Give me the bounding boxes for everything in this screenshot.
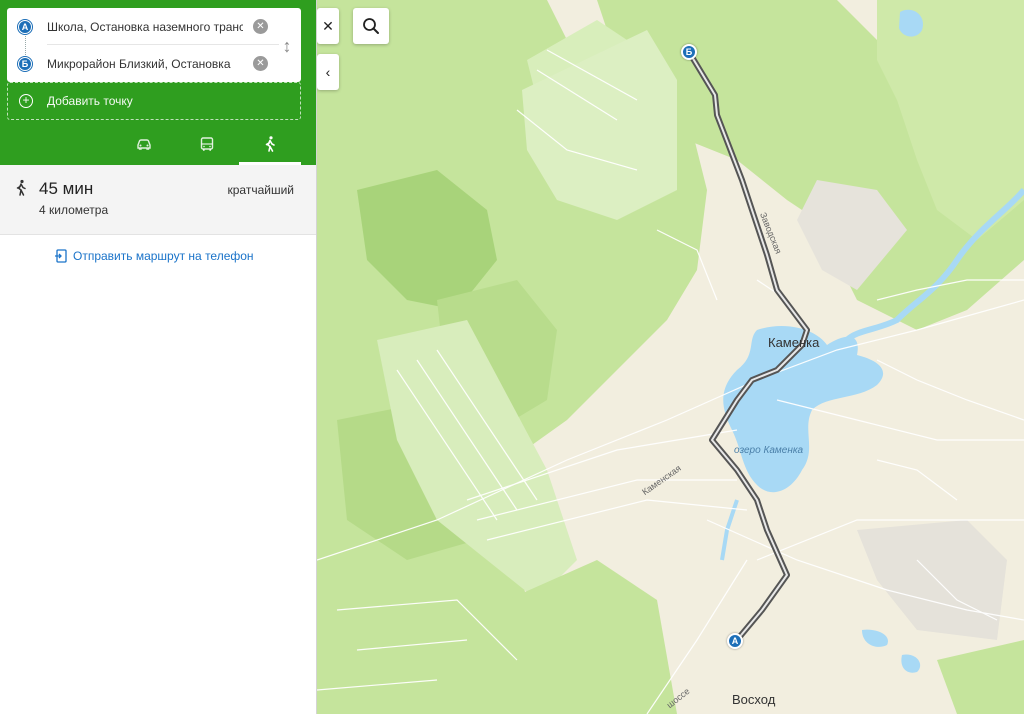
- clear-b-icon[interactable]: ✕: [253, 56, 268, 71]
- walk-icon: [16, 179, 26, 196]
- waypoint-b-marker: Б: [18, 56, 32, 71]
- map-canvas[interactable]: Каменка озеро Каменка Восход Заводская К…: [317, 0, 1024, 714]
- chevron-left-icon: ‹: [325, 64, 331, 80]
- send-to-phone-link[interactable]: Отправить маршрут на телефон: [54, 249, 254, 263]
- car-icon: [137, 139, 151, 150]
- waypoint-a-row[interactable]: А Школа, Остановка наземного транспорта …: [7, 8, 301, 45]
- map-marker-b[interactable]: Б: [681, 44, 697, 60]
- waypoint-a-input[interactable]: Школа, Остановка наземного транспорта: [47, 20, 243, 34]
- map-label-voskhod: Восход: [732, 692, 776, 707]
- map-label-kamenka: Каменка: [768, 335, 820, 350]
- bus-icon: [200, 137, 214, 151]
- add-point-label: Добавить точку: [47, 94, 133, 108]
- waypoints-panel: А Школа, Остановка наземного транспорта …: [7, 8, 301, 82]
- search-button[interactable]: [353, 8, 389, 44]
- send-to-phone-icon: [55, 249, 67, 263]
- waypoint-b-input[interactable]: Микрорайон Близкий, Остановка: [47, 57, 243, 71]
- route-sidebar: А Школа, Остановка наземного транспорта …: [0, 0, 317, 714]
- route-header: А Школа, Остановка наземного транспорта …: [0, 0, 316, 165]
- close-icon: ✕: [322, 17, 334, 34]
- tab-bus[interactable]: [176, 126, 238, 162]
- waypoint-b-row[interactable]: Б Микрорайон Близкий, Остановка ✕: [7, 45, 301, 82]
- map-label-lake: озеро Каменка: [734, 445, 804, 456]
- plus-circle-icon: +: [19, 94, 33, 108]
- tab-car[interactable]: [113, 126, 175, 162]
- route-type-label: кратчайший: [227, 183, 295, 197]
- send-to-phone-label: Отправить маршрут на телефон: [73, 249, 254, 263]
- add-point-button[interactable]: + Добавить точку: [7, 82, 301, 120]
- walk-icon: [265, 136, 275, 152]
- search-icon: [363, 18, 379, 34]
- app-root: А Школа, Остановка наземного транспорта …: [0, 0, 1024, 714]
- clear-a-icon[interactable]: ✕: [253, 19, 268, 34]
- tab-walk[interactable]: [239, 126, 301, 165]
- map-layer: [317, 0, 1024, 714]
- close-route-button[interactable]: ✕: [317, 8, 339, 44]
- swap-vertical-icon[interactable]: ↕: [280, 34, 294, 58]
- travel-mode-tabs: [0, 126, 317, 165]
- map-marker-a[interactable]: А: [727, 633, 743, 649]
- waypoint-a-marker: А: [18, 19, 32, 34]
- route-distance: 4 километра: [39, 203, 109, 217]
- collapse-panel-button[interactable]: ‹: [317, 54, 339, 90]
- route-duration: 45 мин: [39, 179, 94, 198]
- route-result-card[interactable]: 45 мин 4 километра кратчайший: [0, 165, 316, 235]
